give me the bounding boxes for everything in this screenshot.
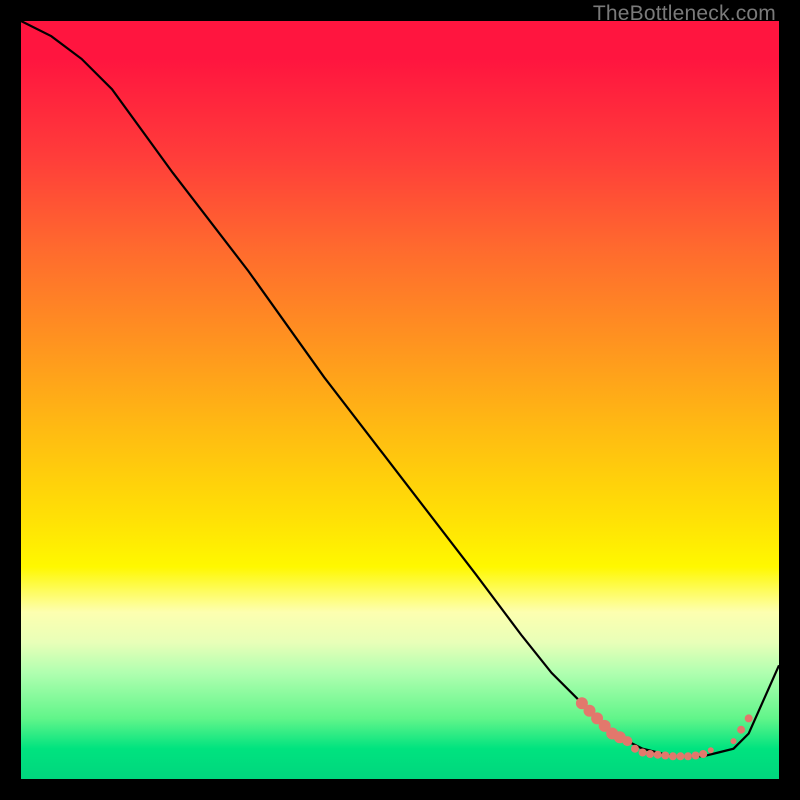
data-marker [622, 736, 632, 746]
data-marker [669, 752, 677, 760]
data-marker [737, 726, 745, 734]
chart-frame: TheBottleneck.com [0, 0, 800, 800]
chart-svg [21, 21, 779, 779]
data-marker [731, 738, 737, 744]
data-marker [692, 752, 700, 760]
data-marker [677, 752, 685, 760]
data-marker [745, 714, 753, 722]
data-marker [646, 750, 654, 758]
data-marker [684, 752, 692, 760]
data-marker [654, 751, 662, 759]
data-marker [699, 750, 707, 758]
data-marker [661, 752, 669, 760]
bottleneck-curve [21, 21, 779, 756]
plot-area [21, 21, 779, 779]
data-marker [631, 745, 639, 753]
data-marker [639, 749, 647, 757]
data-marker [708, 747, 714, 753]
